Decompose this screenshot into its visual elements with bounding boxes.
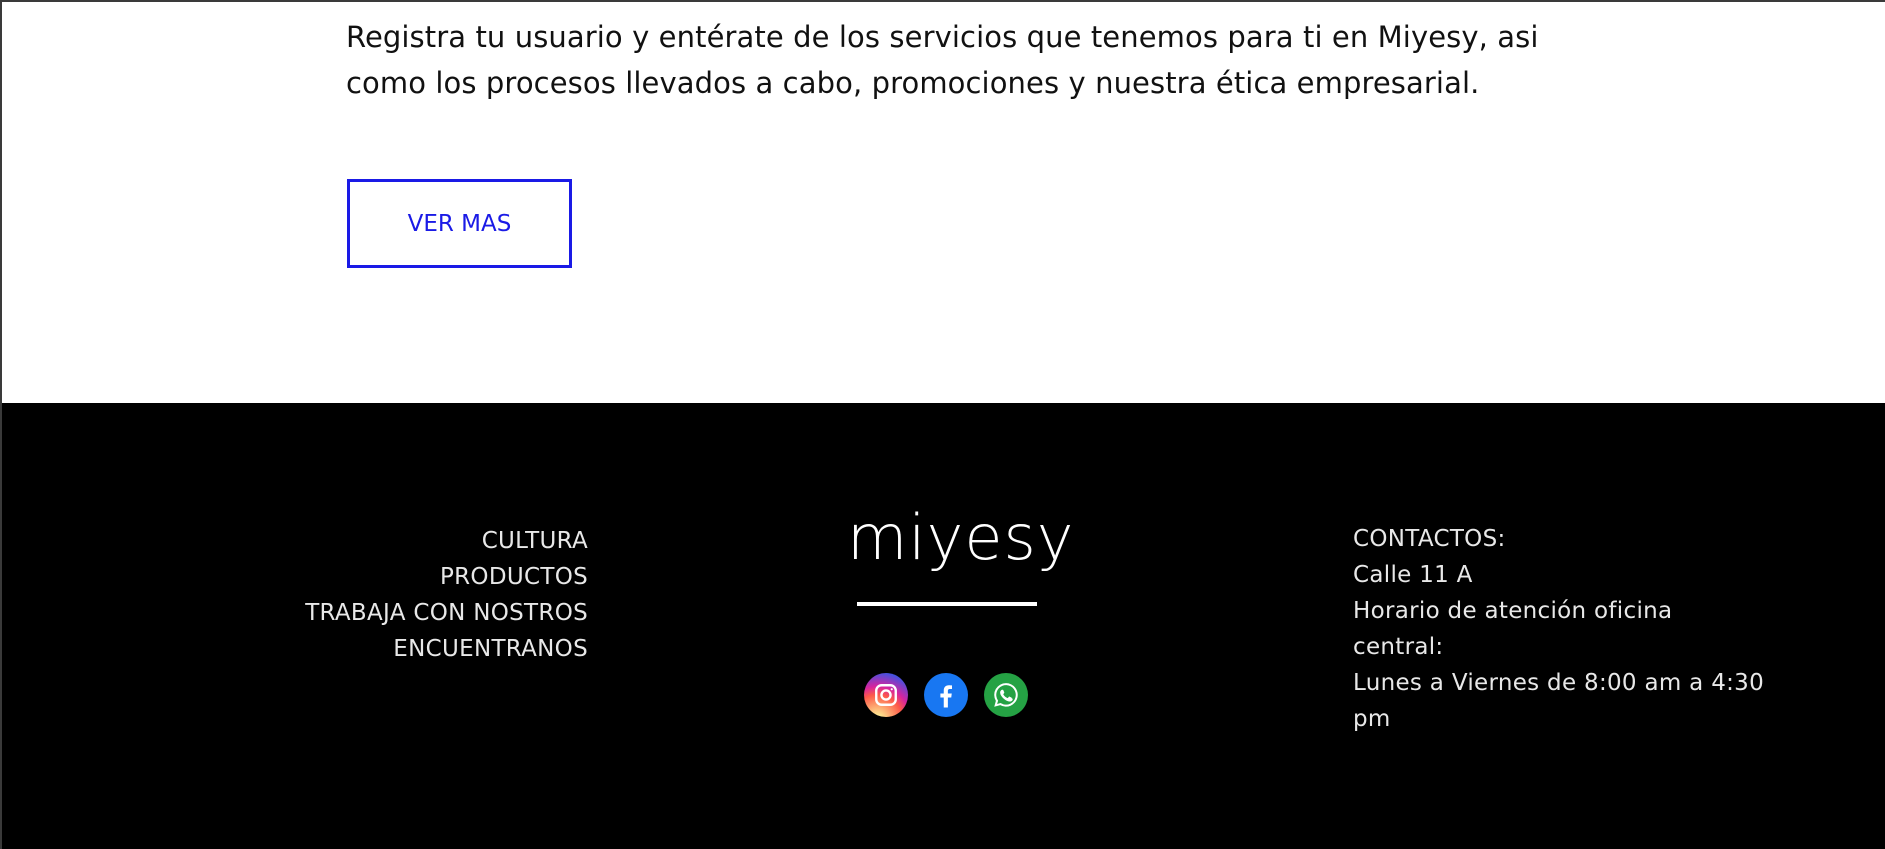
page: Registra tu usuario y entérate de los se…: [0, 0, 1885, 849]
contact-hours-label-1: Horario de atención oficina: [1353, 598, 1673, 624]
ver-mas-button[interactable]: VER MAS: [347, 179, 572, 268]
footer-nav-item: CULTURA: [305, 523, 588, 559]
contact-hours-2: pm: [1353, 706, 1391, 732]
contact-address: Calle 11 A: [1353, 562, 1473, 588]
footer-brand-logo: miyesy: [847, 501, 1075, 574]
footer-nav-item: PRODUCTOS: [305, 559, 588, 595]
contact-hours-label-2: central:: [1353, 634, 1444, 660]
intro-section: Registra tu usuario y entérate de los se…: [2, 2, 1885, 403]
contact-heading: CONTACTOS:: [1353, 526, 1506, 552]
footer-nav: CULTURA PRODUCTOS TRABAJA CON NOSTROS EN…: [305, 523, 588, 667]
whatsapp-icon[interactable]: [984, 673, 1028, 717]
footer-nav-item: TRABAJA CON NOSTROS: [305, 595, 588, 631]
footer-link-productos[interactable]: PRODUCTOS: [305, 559, 588, 595]
footer: CULTURA PRODUCTOS TRABAJA CON NOSTROS EN…: [2, 403, 1885, 849]
contact-hours-1: Lunes a Viernes de 8:00 am a 4:30: [1353, 670, 1765, 696]
footer-link-encuentranos[interactable]: ENCUENTRANOS: [305, 631, 588, 667]
footer-nav-item: ENCUENTRANOS: [305, 631, 588, 667]
intro-line-2: como los procesos llevados a cabo, promo…: [346, 66, 1480, 100]
facebook-icon[interactable]: [924, 673, 968, 717]
brand-divider: [857, 602, 1037, 606]
instagram-icon[interactable]: [864, 673, 908, 717]
footer-link-cultura[interactable]: CULTURA: [305, 523, 588, 559]
intro-line-1: Registra tu usuario y entérate de los se…: [346, 20, 1539, 54]
contact-info: CONTACTOS: Calle 11 A Horario de atenció…: [1353, 521, 1773, 737]
footer-link-trabaja-con-nostros[interactable]: TRABAJA CON NOSTROS: [305, 595, 588, 631]
intro-text: Registra tu usuario y entérate de los se…: [346, 14, 1546, 106]
social-links: [864, 673, 1028, 717]
